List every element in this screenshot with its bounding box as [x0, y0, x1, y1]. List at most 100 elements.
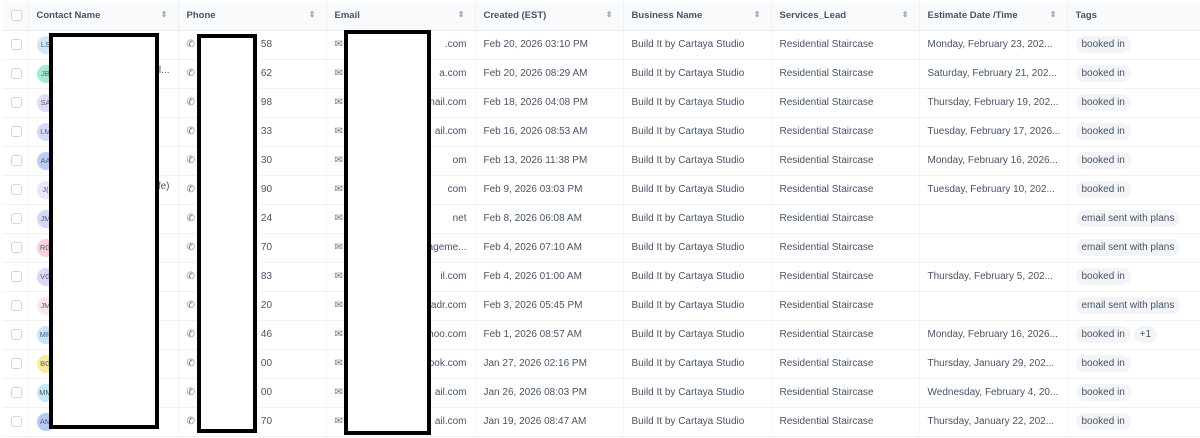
mail-icon: ✉: [334, 358, 343, 369]
select-cell: [3, 378, 29, 408]
table-row[interactable]: AA ✆ 30 ✉ om Feb 13, 2026 11:38 PM Build I…: [3, 146, 1200, 176]
row-checkbox[interactable]: [11, 357, 22, 369]
table-row[interactable]: JM ✆ 20 ✉ tadr.com Feb 3, 2026 05:45 PM Bu…: [3, 291, 1200, 321]
column-header-services[interactable]: Services_Lead ⇕: [771, 1, 920, 31]
tag-badge[interactable]: booked in: [1075, 326, 1131, 343]
table-row[interactable]: JM ✆ 24 ✉ net Feb 8, 2026 06:08 AM Build I…: [3, 204, 1200, 234]
table-row[interactable]: LS ✆ 58 ✉ .com Feb 20, 2026 03:10 PM Build…: [3, 30, 1200, 60]
tag-badge[interactable]: booked in: [1075, 413, 1131, 430]
email-address[interactable]: a.com: [439, 68, 466, 79]
created-cell: Feb 13, 2026 11:38 PM: [475, 146, 624, 176]
phone-number[interactable]: 00: [261, 358, 272, 369]
sort-icon[interactable]: ⇕: [458, 10, 465, 19]
phone-number[interactable]: 30: [261, 155, 272, 166]
business-cell: Build It by Cartaya Studio: [623, 291, 772, 321]
row-checkbox[interactable]: [11, 96, 22, 108]
redaction-box-names: [49, 33, 159, 429]
tag-badge[interactable]: booked in: [1075, 268, 1131, 285]
email-address[interactable]: ail.com: [435, 126, 467, 137]
column-label: Email: [334, 9, 360, 21]
table-row[interactable]: SA ✆ 98 ✉ gmail.com Feb 18, 2026 04:08 PM …: [3, 88, 1200, 118]
table-row[interactable]: AM ✆ 70 ✉ ail.com Jan 19, 2026 08:47 AM Bu…: [3, 407, 1200, 437]
sort-icon[interactable]: ⇕: [754, 10, 761, 19]
phone-number[interactable]: 62: [261, 68, 272, 79]
phone-number[interactable]: 33: [261, 126, 272, 137]
table-row[interactable]: MM ✆ 00 ✉ ail.com Jan 26, 2026 08:03 PM Bu…: [3, 378, 1200, 408]
tag-badge[interactable]: booked in: [1075, 355, 1131, 372]
phone-number[interactable]: 00: [261, 387, 272, 398]
row-checkbox[interactable]: [11, 415, 22, 427]
select-all-checkbox[interactable]: [11, 9, 22, 21]
mail-icon: ✉: [334, 184, 343, 195]
email-address[interactable]: net: [453, 213, 467, 224]
row-checkbox[interactable]: [11, 299, 22, 311]
column-header-estimate[interactable]: Estimate Date /Time ⇕: [919, 1, 1068, 31]
row-checkbox[interactable]: [11, 125, 22, 137]
row-checkbox[interactable]: [11, 154, 22, 166]
tag-badge[interactable]: email sent with plans: [1075, 297, 1181, 314]
sort-icon[interactable]: ⇕: [902, 10, 909, 19]
phone-icon: ✆: [186, 300, 195, 311]
email-address[interactable]: ail.com: [435, 387, 467, 398]
column-header-tags[interactable]: Tags: [1067, 1, 1200, 31]
sort-icon[interactable]: ⇕: [1050, 10, 1057, 19]
phone-number[interactable]: 70: [261, 416, 272, 427]
row-checkbox[interactable]: [11, 328, 22, 340]
table-row[interactable]: LM ✆ 33 ✉ ail.com Feb 16, 2026 08:53 AM Bu…: [3, 117, 1200, 147]
table-row[interactable]: J(ife) ✆ 90 ✉ com Feb 9, 2026 03:03 PM Bui…: [3, 175, 1200, 205]
sort-icon[interactable]: ⇕: [161, 10, 168, 19]
column-header-email[interactable]: Email ⇕: [326, 1, 476, 31]
email-address[interactable]: .com: [445, 39, 467, 50]
email-address[interactable]: om: [453, 155, 467, 166]
mail-icon: ✉: [334, 416, 343, 427]
row-checkbox[interactable]: [11, 38, 22, 50]
table-row[interactable]: RG ✆ 70 ✉ nageme... Feb 4, 2026 07:10 AM B…: [3, 233, 1200, 263]
created-cell: Feb 18, 2026 04:08 PM: [475, 88, 624, 118]
sort-icon[interactable]: ⇕: [309, 10, 316, 19]
services-cell: Residential Staircase: [771, 59, 920, 89]
tag-badge[interactable]: email sent with plans: [1075, 210, 1181, 227]
phone-number[interactable]: 98: [261, 97, 272, 108]
column-header-created[interactable]: Created (EST) ⇕: [475, 1, 624, 31]
table-row[interactable]: VG ✆ 83 ✉ il.com Feb 4, 2026 01:00 AM Buil…: [3, 262, 1200, 292]
tag-badge[interactable]: booked in: [1075, 65, 1131, 82]
table-row[interactable]: BG ✆ 00 ✉ tlook.com Jan 27, 2026 02:16 PM …: [3, 349, 1200, 379]
column-label: Created (EST): [483, 9, 547, 21]
table-row[interactable]: JB al... ✆ 62 ✉ a.com Feb 20, 2026 08:29 AM…: [3, 59, 1200, 89]
tag-badge[interactable]: booked in: [1075, 181, 1131, 198]
row-checkbox[interactable]: [11, 241, 22, 253]
row-checkbox[interactable]: [11, 270, 22, 282]
tag-badge[interactable]: +1: [1133, 326, 1158, 343]
email-address[interactable]: com: [448, 184, 467, 195]
column-header-contact[interactable]: Contact Name ⇕: [28, 1, 179, 31]
phone-number[interactable]: 58: [261, 39, 272, 50]
row-checkbox[interactable]: [11, 67, 22, 79]
business-cell: Build It by Cartaya Studio: [623, 320, 772, 350]
column-header-phone[interactable]: Phone ⇕: [178, 1, 327, 31]
tag-badge[interactable]: email sent with plans: [1075, 239, 1181, 256]
email-address[interactable]: hoo.com: [428, 329, 466, 340]
sort-icon[interactable]: ⇕: [606, 10, 613, 19]
row-checkbox[interactable]: [11, 183, 22, 195]
phone-number[interactable]: 70: [261, 242, 272, 253]
phone-number[interactable]: 20: [261, 300, 272, 311]
tag-badge[interactable]: booked in: [1075, 123, 1131, 140]
tag-badge[interactable]: booked in: [1075, 36, 1131, 53]
email-address[interactable]: ail.com: [435, 416, 467, 427]
phone-number[interactable]: 46: [261, 329, 272, 340]
row-checkbox[interactable]: [11, 212, 22, 224]
tag-badge[interactable]: booked in: [1075, 384, 1131, 401]
phone-number[interactable]: 90: [261, 184, 272, 195]
column-header-business[interactable]: Business Name ⇕: [623, 1, 772, 31]
phone-number[interactable]: 24: [261, 213, 272, 224]
business-cell: Build It by Cartaya Studio: [623, 204, 772, 234]
row-checkbox[interactable]: [11, 386, 22, 398]
table-row[interactable]: MR ✆ 46 ✉ hoo.com Feb 1, 2026 08:57 AM Bui…: [3, 320, 1200, 350]
business-cell: Build It by Cartaya Studio: [623, 233, 772, 263]
phone-number[interactable]: 83: [261, 271, 272, 282]
email-address[interactable]: tadr.com: [428, 300, 466, 311]
tag-badge[interactable]: booked in: [1075, 152, 1131, 169]
email-address[interactable]: il.com: [440, 271, 466, 282]
tag-badge[interactable]: booked in: [1075, 94, 1131, 111]
estimate-cell: Thursday, January 29, 202...: [919, 349, 1068, 379]
